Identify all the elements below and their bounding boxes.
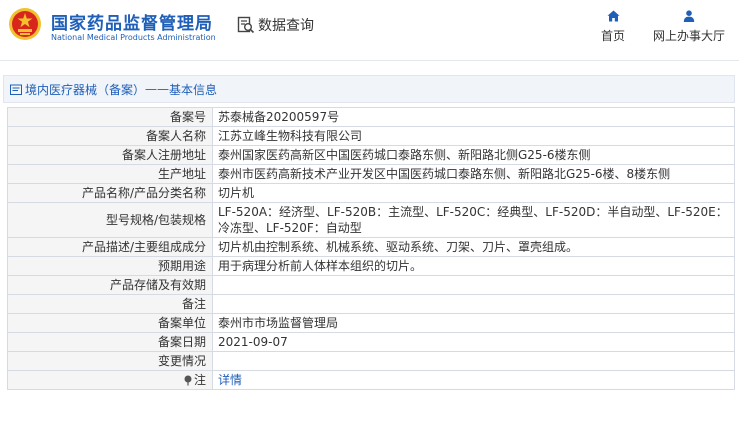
user-icon	[683, 10, 695, 22]
field-label: 备注	[7, 294, 213, 314]
record-detail-table: 备案号 苏泰械备20200597号 备案人名称 江苏立峰生物科技有限公司 备案人…	[7, 107, 735, 390]
field-label: 备案单位	[7, 313, 213, 333]
search-document-icon	[237, 16, 255, 34]
field-value: 泰州市医药高新技术产业开发区中国医药城口泰路东侧、新阳路北G25-6楼、8楼东侧	[212, 164, 735, 184]
table-row: 备案单位 泰州市市场监督管理局	[7, 313, 735, 333]
field-value: 泰州市市场监督管理局	[212, 313, 735, 333]
home-icon	[607, 10, 619, 22]
field-label: 生产地址	[7, 164, 213, 184]
brand-name-cn: 国家药品监督管理局	[51, 14, 213, 34]
field-value: 苏泰械备20200597号	[212, 107, 735, 127]
table-row: 预期用途 用于病理分析前人体样本组织的切片。	[7, 256, 735, 276]
site-header: 国家药品监督管理局 National Medical Products Admi…	[0, 0, 739, 61]
field-value: 泰州国家医药高新区中国医药城口泰路东侧、新阳路北侧G25-6楼东侧	[212, 145, 735, 165]
field-label: 备案人注册地址	[7, 145, 213, 165]
emblem-logo	[9, 8, 41, 40]
field-value: LF-520A：经济型、LF-520B：主流型、LF-520C：经典型、LF-5…	[212, 202, 735, 238]
field-label: 注	[193, 372, 206, 387]
field-value	[212, 294, 735, 314]
field-value: 用于病理分析前人体样本组织的切片。	[212, 256, 735, 276]
brand-name-en: National Medical Products Administration	[51, 33, 216, 42]
table-row: 备案号 苏泰械备20200597号	[7, 107, 735, 127]
table-row: 产品描述/主要组成成分 切片机由控制系统、机械系统、驱动系统、刀架、刀片、罩壳组…	[7, 237, 735, 257]
table-row: 注 详情	[7, 370, 735, 390]
field-value: 2021-09-07	[212, 332, 735, 352]
table-row: 变更情况	[7, 351, 735, 371]
field-label: 产品存储及有效期	[7, 275, 213, 295]
table-row: 产品存储及有效期	[7, 275, 735, 295]
field-value	[212, 351, 735, 371]
field-value: 切片机由控制系统、机械系统、驱动系统、刀架、刀片、罩壳组成。	[212, 237, 735, 257]
table-row: 备注	[7, 294, 735, 314]
data-query-label: 数据查询	[258, 18, 314, 34]
field-label: 型号规格/包装规格	[7, 202, 213, 238]
table-row: 生产地址 泰州市医药高新技术产业开发区中国医药城口泰路东侧、新阳路北G25-6楼…	[7, 164, 735, 184]
field-label: 变更情况	[7, 351, 213, 371]
breadcrumb-category[interactable]: 境内医疗器械（备案）	[25, 81, 145, 98]
field-value: 切片机	[212, 183, 735, 203]
field-label: 备案号	[7, 107, 213, 127]
note-label-cell: 注	[7, 370, 213, 390]
field-label: 产品名称/产品分类名称	[7, 183, 213, 203]
breadcrumb-separator: ——	[145, 82, 170, 96]
details-link[interactable]: 详情	[218, 373, 242, 387]
nav-home-label: 首页	[600, 29, 625, 43]
field-label: 产品描述/主要组成成分	[7, 237, 213, 257]
table-row: 产品名称/产品分类名称 切片机	[7, 183, 735, 203]
nav-online-office[interactable]: 网上办事大厅	[648, 10, 730, 44]
table-row: 备案人注册地址 泰州国家医药高新区中国医药城口泰路东侧、新阳路北侧G25-6楼东…	[7, 145, 735, 165]
breadcrumb: 境内医疗器械（备案） —— 基本信息	[3, 75, 735, 103]
pin-icon	[184, 375, 192, 385]
folder-icon	[10, 84, 22, 95]
table-row: 备案日期 2021-09-07	[7, 332, 735, 352]
field-label: 备案人名称	[7, 126, 213, 146]
field-value: 详情	[212, 370, 735, 390]
data-query-title: 数据查询	[237, 15, 314, 35]
nav-home[interactable]: 首页	[596, 10, 630, 44]
field-value	[212, 275, 735, 295]
nav-office-label: 网上办事大厅	[652, 29, 725, 43]
field-value: 江苏立峰生物科技有限公司	[212, 126, 735, 146]
breadcrumb-page: 基本信息	[169, 82, 218, 97]
field-label: 预期用途	[7, 256, 213, 276]
table-row: 型号规格/包装规格 LF-520A：经济型、LF-520B：主流型、LF-520…	[7, 202, 735, 238]
table-row: 备案人名称 江苏立峰生物科技有限公司	[7, 126, 735, 146]
spacer	[0, 61, 739, 75]
field-label: 备案日期	[7, 332, 213, 352]
